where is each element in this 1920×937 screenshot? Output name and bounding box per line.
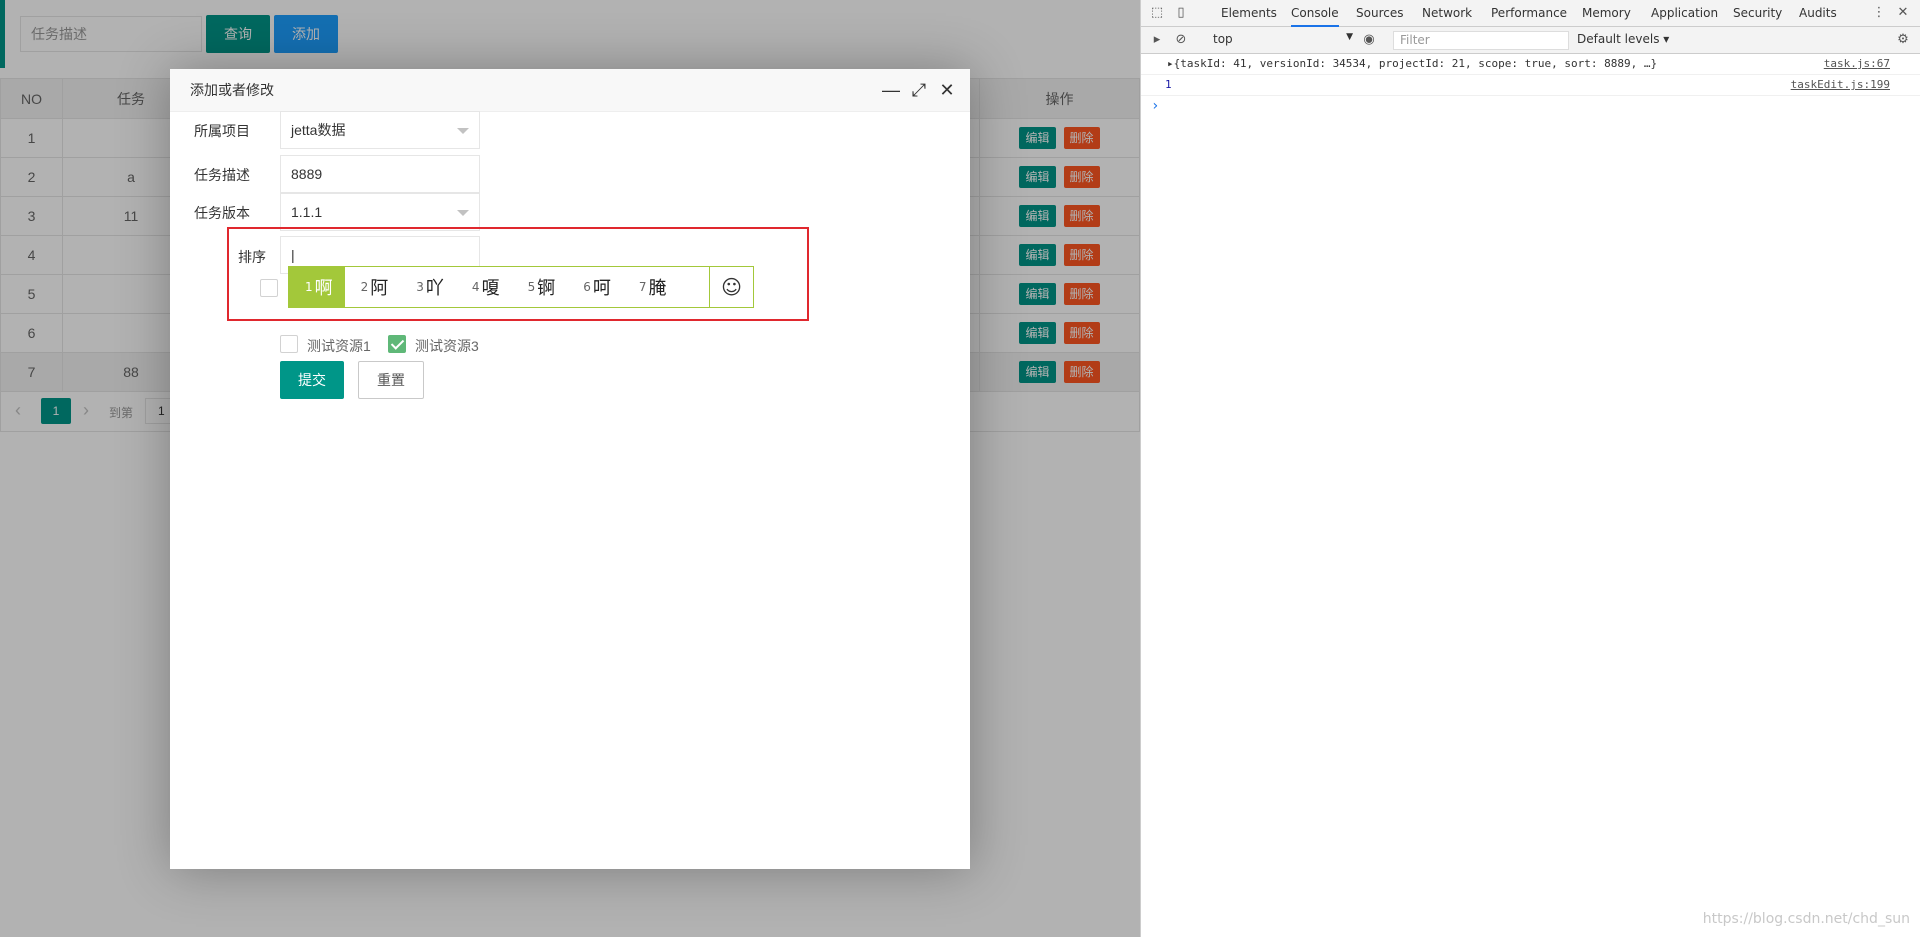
close-icon[interactable]: ✕ bbox=[938, 69, 956, 112]
gear-icon[interactable]: ⚙ bbox=[1895, 32, 1911, 48]
console-source-link[interactable]: taskEdit.js:199 bbox=[1791, 75, 1890, 95]
context-select[interactable]: top ▼ bbox=[1213, 32, 1353, 46]
console-message[interactable]: 1 taskEdit.js:199 bbox=[1141, 75, 1920, 96]
sort-label: 排序 bbox=[238, 249, 266, 265]
ime-candidate-bar: 1啊 2阿 3吖 4嗄 5锕 6呵 7腌 ☺ bbox=[288, 266, 754, 308]
checkbox-resource3-label[interactable]: 测试资源3 bbox=[415, 336, 479, 356]
ime-candidate-num: 4 bbox=[471, 280, 480, 294]
console-message-text: ▸{taskId: 41, versionId: 34534, projectI… bbox=[1167, 57, 1658, 70]
project-label: 所属项目 bbox=[194, 123, 250, 139]
ime-candidate-char: 嗄 bbox=[481, 278, 500, 299]
ime-candidate[interactable]: 2阿 bbox=[345, 267, 401, 307]
modal-title: 添加或者修改 bbox=[190, 82, 274, 98]
inspect-icon[interactable]: ⬚ bbox=[1149, 5, 1165, 21]
ime-candidate-char: 腌 bbox=[648, 278, 667, 299]
edit-modal: 添加或者修改 — ⤢ ✕ 所属项目 jetta数据 任务描述 8889 任务版本… bbox=[170, 69, 970, 869]
checkbox-hidden[interactable] bbox=[260, 279, 278, 297]
sidebar-toggle-icon[interactable]: ▸ bbox=[1149, 32, 1165, 48]
modal-tools: — ⤢ ✕ bbox=[882, 69, 956, 112]
tab-memory[interactable]: Memory bbox=[1582, 0, 1631, 27]
ime-candidate-char: 锕 bbox=[537, 278, 556, 299]
console-message[interactable]: ▸{taskId: 41, versionId: 34534, projectI… bbox=[1141, 54, 1920, 75]
version-label: 任务版本 bbox=[194, 205, 250, 221]
devtools-tabbar: ⬚ ▯ Elements Console Sources Network Per… bbox=[1141, 0, 1920, 27]
prompt-icon: › bbox=[1151, 98, 1160, 114]
console-message-text: 1 bbox=[1165, 78, 1172, 91]
console-output: ▸{taskId: 41, versionId: 34534, projectI… bbox=[1141, 54, 1920, 117]
project-select[interactable]: jetta数据 bbox=[280, 111, 480, 149]
ime-candidate[interactable]: 3吖 bbox=[400, 267, 456, 307]
chevron-down-icon: ▼ bbox=[1346, 32, 1353, 42]
chevron-down-icon bbox=[457, 210, 469, 216]
chevron-down-icon bbox=[457, 128, 469, 134]
console-prompt[interactable]: › bbox=[1141, 96, 1920, 117]
emoji-icon[interactable]: ☺ bbox=[709, 267, 753, 307]
ime-candidate-char: 吖 bbox=[425, 278, 444, 299]
maximize-icon[interactable]: ⤢ bbox=[910, 69, 928, 112]
tab-sources[interactable]: Sources bbox=[1356, 0, 1403, 27]
ime-candidate-char: 呵 bbox=[592, 278, 611, 299]
ime-candidate[interactable]: 4嗄 bbox=[456, 267, 512, 307]
ime-candidate[interactable]: 6呵 bbox=[567, 267, 623, 307]
ime-candidate-num: 3 bbox=[416, 280, 424, 294]
minimize-icon[interactable]: — bbox=[882, 69, 900, 112]
submit-button[interactable]: 提交 bbox=[280, 361, 344, 399]
close-devtools-icon[interactable]: ✕ bbox=[1895, 5, 1911, 21]
clear-console-icon[interactable]: ⊘ bbox=[1173, 32, 1189, 48]
ime-candidate[interactable]: 5锕 bbox=[512, 267, 568, 307]
project-value: jetta数据 bbox=[291, 122, 346, 138]
tab-security[interactable]: Security bbox=[1733, 0, 1782, 27]
ime-candidate-num: 5 bbox=[527, 280, 536, 294]
console-toolbar: ▸ ⊘ top ▼ ◉ Filter Default levels ▾ ⚙ bbox=[1141, 27, 1920, 54]
device-toggle-icon[interactable]: ▯ bbox=[1173, 5, 1189, 21]
version-select[interactable]: 1.1.1 bbox=[280, 193, 480, 231]
desc-input[interactable]: 8889 bbox=[280, 155, 480, 193]
version-value: 1.1.1 bbox=[291, 204, 323, 220]
checkbox-resource1-label[interactable]: 测试资源1 bbox=[307, 336, 371, 356]
checkbox-resource1[interactable] bbox=[280, 335, 298, 353]
ime-candidate-char: 阿 bbox=[370, 278, 389, 299]
ime-candidate-num: 6 bbox=[583, 280, 591, 294]
tab-elements[interactable]: Elements bbox=[1221, 0, 1277, 27]
context-value: top bbox=[1213, 32, 1233, 46]
console-source-link[interactable]: task.js:67 bbox=[1824, 54, 1890, 74]
tab-application[interactable]: Application bbox=[1651, 0, 1718, 27]
devtools-panel: ⬚ ▯ Elements Console Sources Network Per… bbox=[1140, 0, 1920, 937]
more-menu-icon[interactable]: ⋮ bbox=[1871, 5, 1887, 21]
levels-select[interactable]: Default levels ▾ bbox=[1577, 32, 1669, 46]
reset-button[interactable]: 重置 bbox=[358, 361, 424, 399]
ime-candidate-char: 啊 bbox=[314, 278, 333, 299]
tab-performance[interactable]: Performance bbox=[1491, 0, 1567, 27]
watermark: https://blog.csdn.net/chd_sun bbox=[1702, 911, 1910, 927]
eye-icon[interactable]: ◉ bbox=[1361, 32, 1377, 48]
checkbox-resource3[interactable] bbox=[388, 335, 406, 353]
ime-candidate-num: 7 bbox=[638, 280, 647, 294]
desc-label: 任务描述 bbox=[194, 167, 250, 183]
ime-candidate-num: 2 bbox=[360, 280, 369, 294]
tab-audits[interactable]: Audits bbox=[1799, 0, 1837, 27]
ime-candidate-num: 1 bbox=[305, 280, 313, 294]
modal-header: 添加或者修改 — ⤢ ✕ bbox=[170, 69, 970, 112]
tab-network[interactable]: Network bbox=[1422, 0, 1472, 27]
console-filter-input[interactable]: Filter bbox=[1393, 31, 1569, 50]
task-app: 查询 添加 NO 任务 操作 1 编辑删除 2 a 编辑删除 bbox=[0, 0, 1140, 937]
tab-console[interactable]: Console bbox=[1291, 0, 1339, 27]
ime-candidate[interactable]: 1啊 bbox=[289, 267, 345, 307]
ime-candidate[interactable]: 7腌 bbox=[623, 267, 679, 307]
